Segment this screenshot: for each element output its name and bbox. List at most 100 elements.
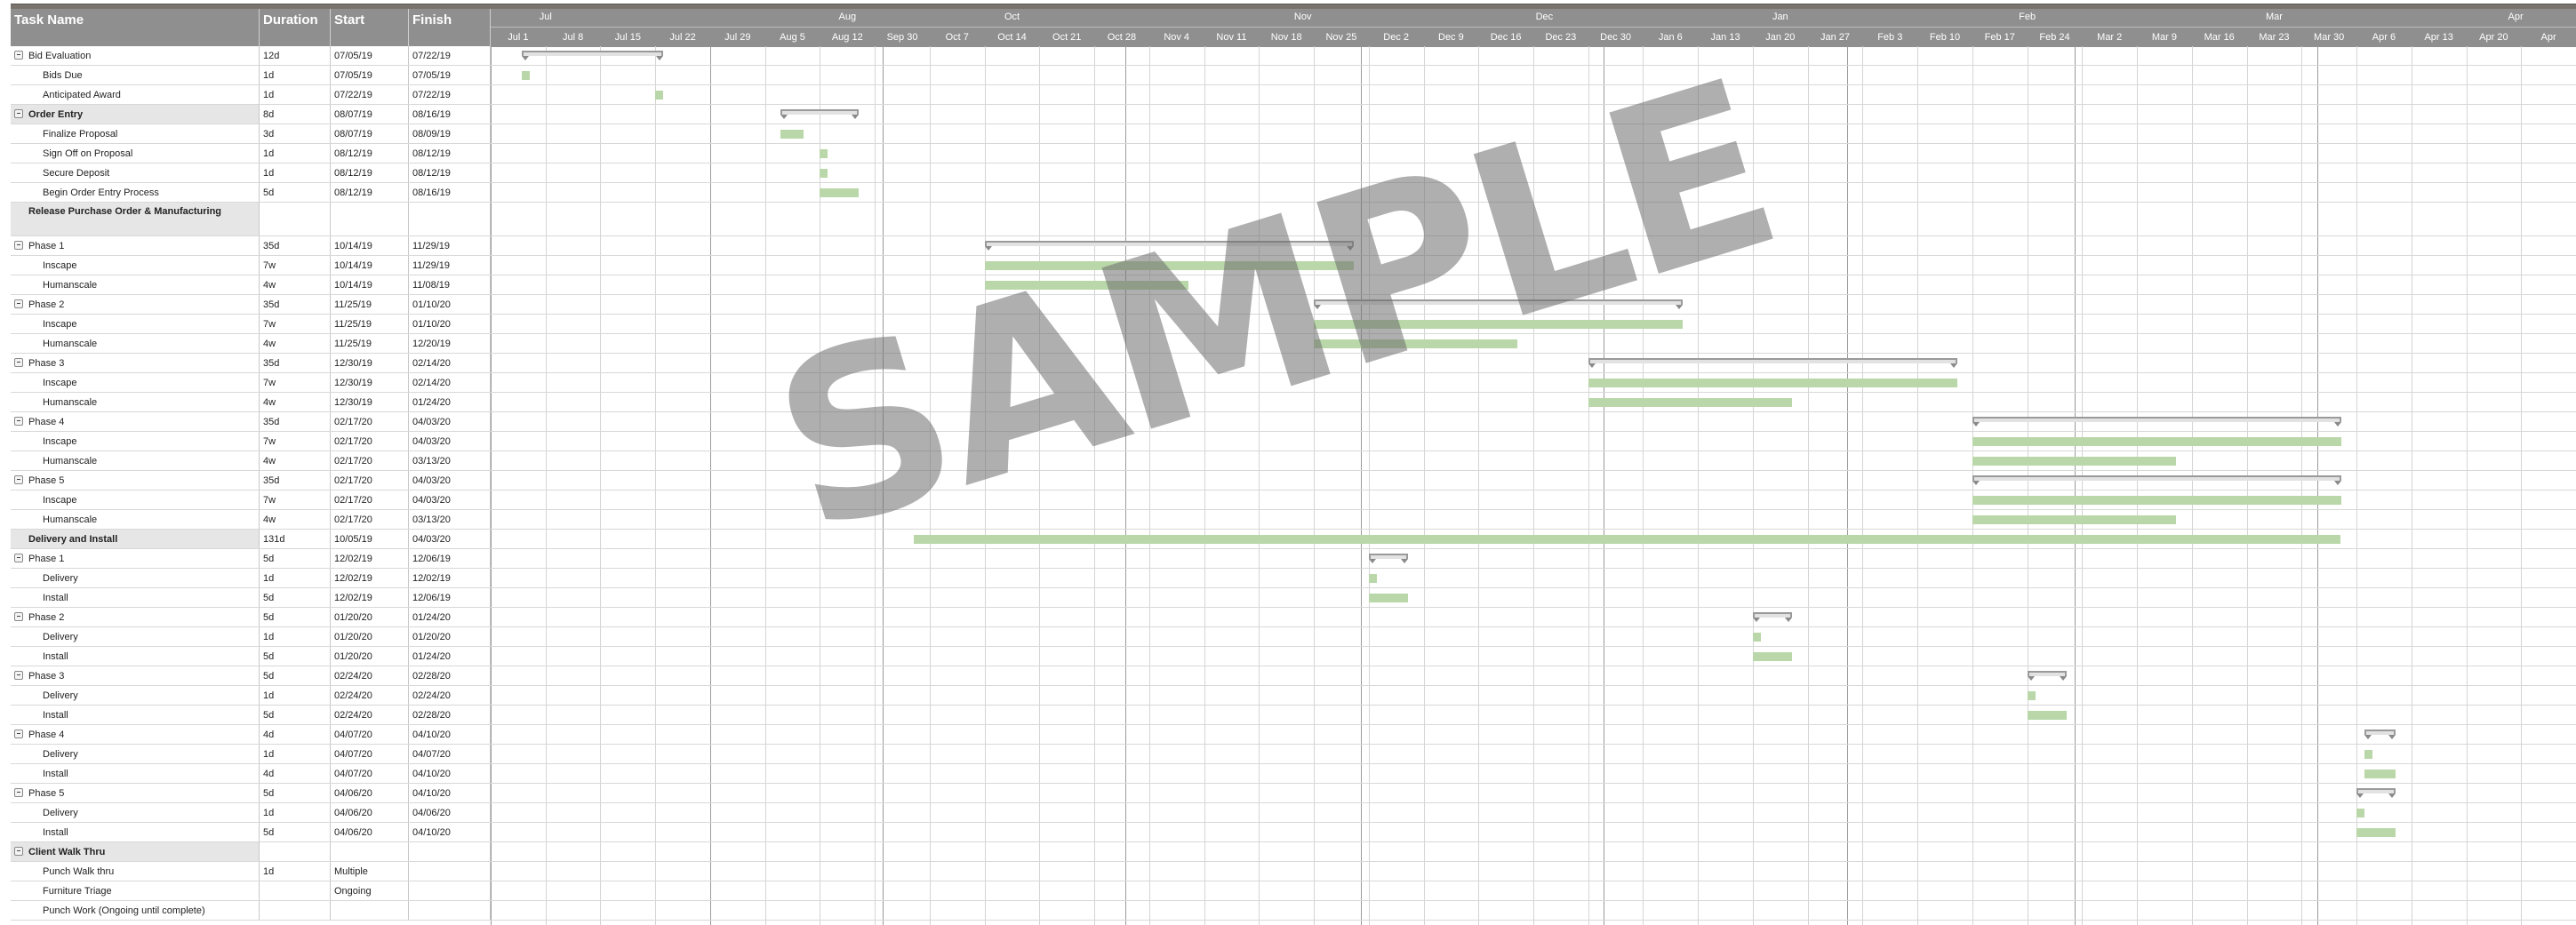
start-cell[interactable]: 01/20/20 — [331, 627, 409, 646]
task-name-cell[interactable]: Delivery — [11, 803, 260, 822]
task-bar[interactable] — [1314, 320, 1683, 329]
task-bar[interactable] — [1753, 633, 1761, 642]
start-cell[interactable]: 10/05/19 — [331, 530, 409, 548]
task-row[interactable]: Punch Work (Ongoing until complete) — [11, 901, 491, 921]
task-bar[interactable] — [985, 261, 1354, 270]
duration-cell[interactable]: 5d — [260, 666, 331, 685]
finish-cell[interactable]: 12/20/19 — [409, 334, 491, 353]
task-row[interactable]: Install 5d 12/02/19 12/06/19 — [11, 588, 491, 608]
summary-bar[interactable] — [2364, 730, 2396, 739]
task-name-cell[interactable]: Phase 3 — [11, 666, 260, 685]
start-cell[interactable] — [331, 203, 409, 235]
finish-cell[interactable]: 01/10/20 — [409, 295, 491, 314]
task-bar[interactable] — [655, 91, 663, 100]
duration-cell[interactable]: 1d — [260, 686, 331, 705]
task-row[interactable]: Bids Due 1d 07/05/19 07/05/19 — [11, 66, 491, 85]
start-cell[interactable]: 02/17/20 — [331, 412, 409, 431]
duration-cell[interactable]: 8d — [260, 105, 331, 124]
task-name-cell[interactable]: Secure Deposit — [11, 163, 260, 182]
duration-cell[interactable]: 12d — [260, 46, 331, 65]
start-cell[interactable]: 12/30/19 — [331, 393, 409, 411]
duration-cell[interactable]: 5d — [260, 706, 331, 724]
duration-cell[interactable]: 4w — [260, 334, 331, 353]
duration-cell[interactable]: 4w — [260, 275, 331, 294]
duration-cell[interactable]: 4d — [260, 725, 331, 744]
task-row[interactable]: Furniture Triage Ongoing — [11, 881, 491, 901]
collapse-toggle-icon[interactable] — [14, 788, 23, 797]
task-row[interactable]: Order Entry 8d 08/07/19 08/16/19 — [11, 105, 491, 124]
task-row[interactable]: Install 4d 04/07/20 04/10/20 — [11, 764, 491, 784]
start-cell[interactable]: 04/07/20 — [331, 725, 409, 744]
duration-cell[interactable]: 35d — [260, 236, 331, 255]
duration-cell[interactable]: 5d — [260, 647, 331, 666]
finish-cell[interactable]: 03/13/20 — [409, 451, 491, 470]
finish-cell[interactable]: 02/24/20 — [409, 686, 491, 705]
finish-cell[interactable] — [409, 901, 491, 920]
start-cell[interactable] — [331, 842, 409, 861]
start-cell[interactable] — [331, 901, 409, 920]
task-bar[interactable] — [1588, 398, 1792, 407]
finish-cell[interactable]: 03/13/20 — [409, 510, 491, 529]
collapse-toggle-icon[interactable] — [14, 847, 23, 856]
finish-cell[interactable]: 04/10/20 — [409, 764, 491, 783]
task-name-cell[interactable]: Humanscale — [11, 510, 260, 529]
start-cell[interactable]: 04/07/20 — [331, 764, 409, 783]
start-cell[interactable]: 02/17/20 — [331, 451, 409, 470]
start-cell[interactable]: Ongoing — [331, 881, 409, 900]
duration-cell[interactable]: 5d — [260, 549, 331, 568]
start-cell[interactable]: 10/14/19 — [331, 256, 409, 275]
task-row[interactable]: Humanscale 4w 02/17/20 03/13/20 — [11, 451, 491, 471]
summary-bar[interactable] — [1588, 358, 1957, 368]
task-name-cell[interactable]: Delivery — [11, 569, 260, 587]
duration-cell[interactable]: 131d — [260, 530, 331, 548]
task-bar[interactable] — [2364, 770, 2396, 778]
duration-cell[interactable]: 7w — [260, 256, 331, 275]
collapse-toggle-icon[interactable] — [14, 671, 23, 680]
task-row[interactable]: Delivery 1d 01/20/20 01/20/20 — [11, 627, 491, 647]
task-name-cell[interactable]: Humanscale — [11, 451, 260, 470]
finish-cell[interactable]: 07/05/19 — [409, 66, 491, 84]
duration-cell[interactable]: 4d — [260, 764, 331, 783]
task-row[interactable]: Phase 4 35d 02/17/20 04/03/20 — [11, 412, 491, 432]
finish-cell[interactable]: 04/03/20 — [409, 432, 491, 451]
start-cell[interactable]: 08/12/19 — [331, 163, 409, 182]
task-bar[interactable] — [820, 149, 828, 158]
column-header-finish[interactable]: Finish — [409, 9, 491, 46]
finish-cell[interactable]: 04/03/20 — [409, 412, 491, 431]
task-row[interactable]: Anticipated Award 1d 07/22/19 07/22/19 — [11, 85, 491, 105]
task-row[interactable]: Phase 3 35d 12/30/19 02/14/20 — [11, 354, 491, 373]
duration-cell[interactable]: 3d — [260, 124, 331, 143]
duration-cell[interactable]: 5d — [260, 784, 331, 802]
task-row[interactable]: Delivery and Install 131d 10/05/19 04/03/20 — [11, 530, 491, 549]
task-bar[interactable] — [1588, 379, 1957, 387]
task-name-cell[interactable]: Humanscale — [11, 275, 260, 294]
start-cell[interactable]: 12/30/19 — [331, 354, 409, 372]
task-name-cell[interactable]: Begin Order Entry Process — [11, 183, 260, 202]
collapse-toggle-icon[interactable] — [14, 109, 23, 118]
finish-cell[interactable]: 08/16/19 — [409, 183, 491, 202]
task-name-cell[interactable]: Phase 2 — [11, 295, 260, 314]
task-name-cell[interactable]: Delivery — [11, 745, 260, 763]
task-name-cell[interactable]: Release Purchase Order & Manufacturing — [11, 203, 260, 235]
finish-cell[interactable]: 01/10/20 — [409, 315, 491, 333]
task-name-cell[interactable]: Phase 1 — [11, 236, 260, 255]
task-bar[interactable] — [780, 130, 804, 139]
task-row[interactable]: Inscape 7w 11/25/19 01/10/20 — [11, 315, 491, 334]
task-row[interactable]: Inscape 7w 12/30/19 02/14/20 — [11, 373, 491, 393]
task-row[interactable]: Secure Deposit 1d 08/12/19 08/12/19 — [11, 163, 491, 183]
task-name-cell[interactable]: Install — [11, 764, 260, 783]
column-header-duration[interactable]: Duration — [260, 9, 331, 46]
task-row[interactable]: Punch Walk thru 1d Multiple — [11, 862, 491, 881]
start-cell[interactable]: 04/06/20 — [331, 803, 409, 822]
task-bar[interactable] — [1972, 496, 2341, 505]
duration-cell[interactable]: 7w — [260, 373, 331, 392]
task-name-cell[interactable]: Anticipated Award — [11, 85, 260, 104]
start-cell[interactable]: 11/25/19 — [331, 334, 409, 353]
duration-cell[interactable]: 5d — [260, 588, 331, 607]
finish-cell[interactable]: 01/24/20 — [409, 393, 491, 411]
task-name-cell[interactable]: Phase 4 — [11, 725, 260, 744]
duration-cell[interactable]: 1d — [260, 144, 331, 163]
task-name-cell[interactable]: Finalize Proposal — [11, 124, 260, 143]
task-bar[interactable] — [914, 535, 2340, 544]
task-name-cell[interactable]: Inscape — [11, 432, 260, 451]
